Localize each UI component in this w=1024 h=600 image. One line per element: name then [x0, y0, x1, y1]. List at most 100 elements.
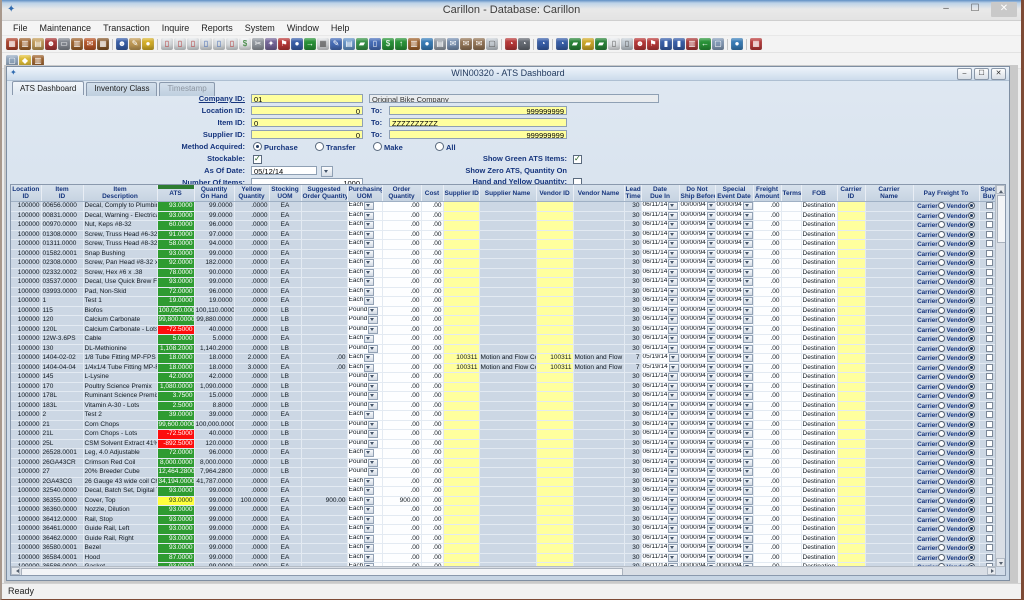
menu-item-window[interactable]: Window — [282, 22, 324, 35]
pay-freight-carrier-radio[interactable] — [938, 297, 945, 304]
pay-freight-carrier-radio[interactable] — [938, 392, 945, 399]
cell-sed[interactable]: 00/00/94 — [715, 344, 753, 354]
cell-supid[interactable] — [443, 411, 479, 421]
special-buy-checkbox[interactable] — [986, 449, 993, 456]
pay-freight-vendor-radio[interactable] — [968, 421, 975, 428]
cell-terms[interactable] — [781, 449, 801, 459]
dns-dropdown-icon[interactable] — [707, 535, 715, 543]
cell-cost[interactable]: .00 — [421, 430, 443, 440]
cell-due[interactable]: 06/11/14 — [641, 411, 679, 421]
sed-dropdown-icon[interactable] — [743, 392, 753, 400]
cell-terms[interactable] — [781, 430, 801, 440]
folder-green-icon[interactable]: ▰ — [356, 38, 368, 50]
tools-icon[interactable]: ✦ — [265, 38, 277, 50]
cell-dns[interactable]: 00/00/94 — [679, 553, 715, 563]
cell-venid[interactable] — [536, 259, 573, 269]
pay-freight-vendor-radio[interactable] — [968, 373, 975, 380]
cell-due[interactable]: 06/11/14 — [641, 487, 679, 497]
cell-puom[interactable]: Pound — [347, 392, 382, 402]
cell-dns[interactable]: 00/00/94 — [679, 344, 715, 354]
pay-freight-carrier-radio[interactable] — [938, 459, 945, 466]
cell-carid[interactable] — [837, 316, 865, 326]
sed-dropdown-icon[interactable] — [743, 335, 753, 343]
clock-icon[interactable]: ◔ — [518, 38, 530, 50]
cell-venid[interactable] — [536, 553, 573, 563]
cell-dns[interactable]: 00/00/94 — [679, 392, 715, 402]
cell-supid[interactable] — [443, 420, 479, 430]
cell-terms[interactable] — [781, 325, 801, 335]
cell-terms[interactable] — [781, 420, 801, 430]
cell-fr[interactable]: .00 — [753, 449, 781, 459]
cell-carid[interactable] — [837, 230, 865, 240]
cell-puom[interactable]: Pound — [347, 325, 382, 335]
cell-terms[interactable] — [781, 544, 801, 554]
cell-venid[interactable] — [536, 544, 573, 554]
sed-dropdown-icon[interactable] — [743, 478, 753, 486]
cell-puom[interactable]: Each — [347, 354, 382, 364]
cell-dns[interactable]: 00/00/94 — [679, 249, 715, 259]
cell-puom[interactable]: Each — [347, 268, 382, 278]
cell-dns[interactable]: 00/00/94 — [679, 316, 715, 326]
cell-fob[interactable]: Destination — [801, 468, 837, 478]
cell-terms[interactable] — [781, 240, 801, 250]
cell-supid[interactable] — [443, 230, 479, 240]
cell-cost[interactable]: .00 — [421, 439, 443, 449]
money-icon[interactable]: $ — [382, 38, 394, 50]
cell-supid[interactable] — [443, 430, 479, 440]
cell-fob[interactable]: Destination — [801, 316, 837, 326]
cell-fr[interactable]: .00 — [753, 534, 781, 544]
cell-dns[interactable]: 00/00/94 — [679, 240, 715, 250]
cell-venid[interactable] — [536, 525, 573, 535]
cell-due[interactable]: 06/11/14 — [641, 506, 679, 516]
cell-puom[interactable]: Each — [347, 487, 382, 497]
cell-terms[interactable] — [781, 392, 801, 402]
puom-dropdown-icon[interactable] — [368, 468, 378, 476]
cell-sed[interactable]: 00/00/94 — [715, 458, 753, 468]
cell-fob[interactable]: Destination — [801, 249, 837, 259]
special-buy-checkbox[interactable] — [986, 402, 993, 409]
cell-venid[interactable] — [536, 221, 573, 231]
pay-freight-vendor-radio[interactable] — [968, 478, 975, 485]
cell-carid[interactable] — [837, 525, 865, 535]
cell-fob[interactable]: Destination — [801, 297, 837, 307]
cell-sed[interactable]: 00/00/94 — [715, 325, 753, 335]
pay-freight-vendor-radio[interactable] — [968, 554, 975, 561]
cell-fob[interactable]: Destination — [801, 515, 837, 525]
special-buy-checkbox[interactable] — [986, 307, 993, 314]
cell-venid[interactable] — [536, 268, 573, 278]
cell-sed[interactable]: 00/00/94 — [715, 487, 753, 497]
puom-dropdown-icon[interactable] — [364, 259, 374, 267]
puom-dropdown-icon[interactable] — [364, 411, 374, 419]
folder-yellow-icon[interactable]: ▰ — [582, 38, 594, 50]
pay-freight-vendor-radio[interactable] — [968, 202, 975, 209]
cell-dns[interactable]: 00/00/94 — [679, 373, 715, 383]
due-dropdown-icon[interactable] — [668, 430, 678, 438]
cell-due[interactable]: 06/11/14 — [641, 515, 679, 525]
cell-fr[interactable]: .00 — [753, 392, 781, 402]
cell-fr[interactable]: .00 — [753, 202, 781, 212]
pay-freight-carrier-radio[interactable] — [938, 278, 945, 285]
pay-freight-carrier-radio[interactable] — [938, 487, 945, 494]
cell-venid[interactable] — [536, 401, 573, 411]
due-dropdown-icon[interactable] — [668, 345, 678, 353]
show-green-checkbox[interactable] — [573, 155, 582, 164]
cell-fob[interactable]: Destination — [801, 240, 837, 250]
puom-dropdown-icon[interactable] — [368, 430, 378, 438]
cell-venid[interactable] — [536, 439, 573, 449]
cell-venid[interactable] — [536, 506, 573, 516]
cell-cost[interactable]: .00 — [421, 316, 443, 326]
due-dropdown-icon[interactable] — [668, 231, 678, 239]
cell-oq[interactable]: .00 — [382, 553, 421, 563]
cell-puom[interactable]: Pound — [347, 468, 382, 478]
cell-terms[interactable] — [781, 401, 801, 411]
due-dropdown-icon[interactable] — [668, 269, 678, 277]
cell-oq[interactable]: .00 — [382, 458, 421, 468]
cell-carid[interactable] — [837, 268, 865, 278]
cell-sed[interactable]: 00/00/94 — [715, 506, 753, 516]
cell-oq[interactable]: .00 — [382, 268, 421, 278]
sed-dropdown-icon[interactable] — [743, 373, 753, 381]
cell-sed[interactable]: 00/00/94 — [715, 515, 753, 525]
cell-sed[interactable]: 00/00/94 — [715, 249, 753, 259]
special-buy-checkbox[interactable] — [986, 478, 993, 485]
cell-fob[interactable]: Destination — [801, 278, 837, 288]
